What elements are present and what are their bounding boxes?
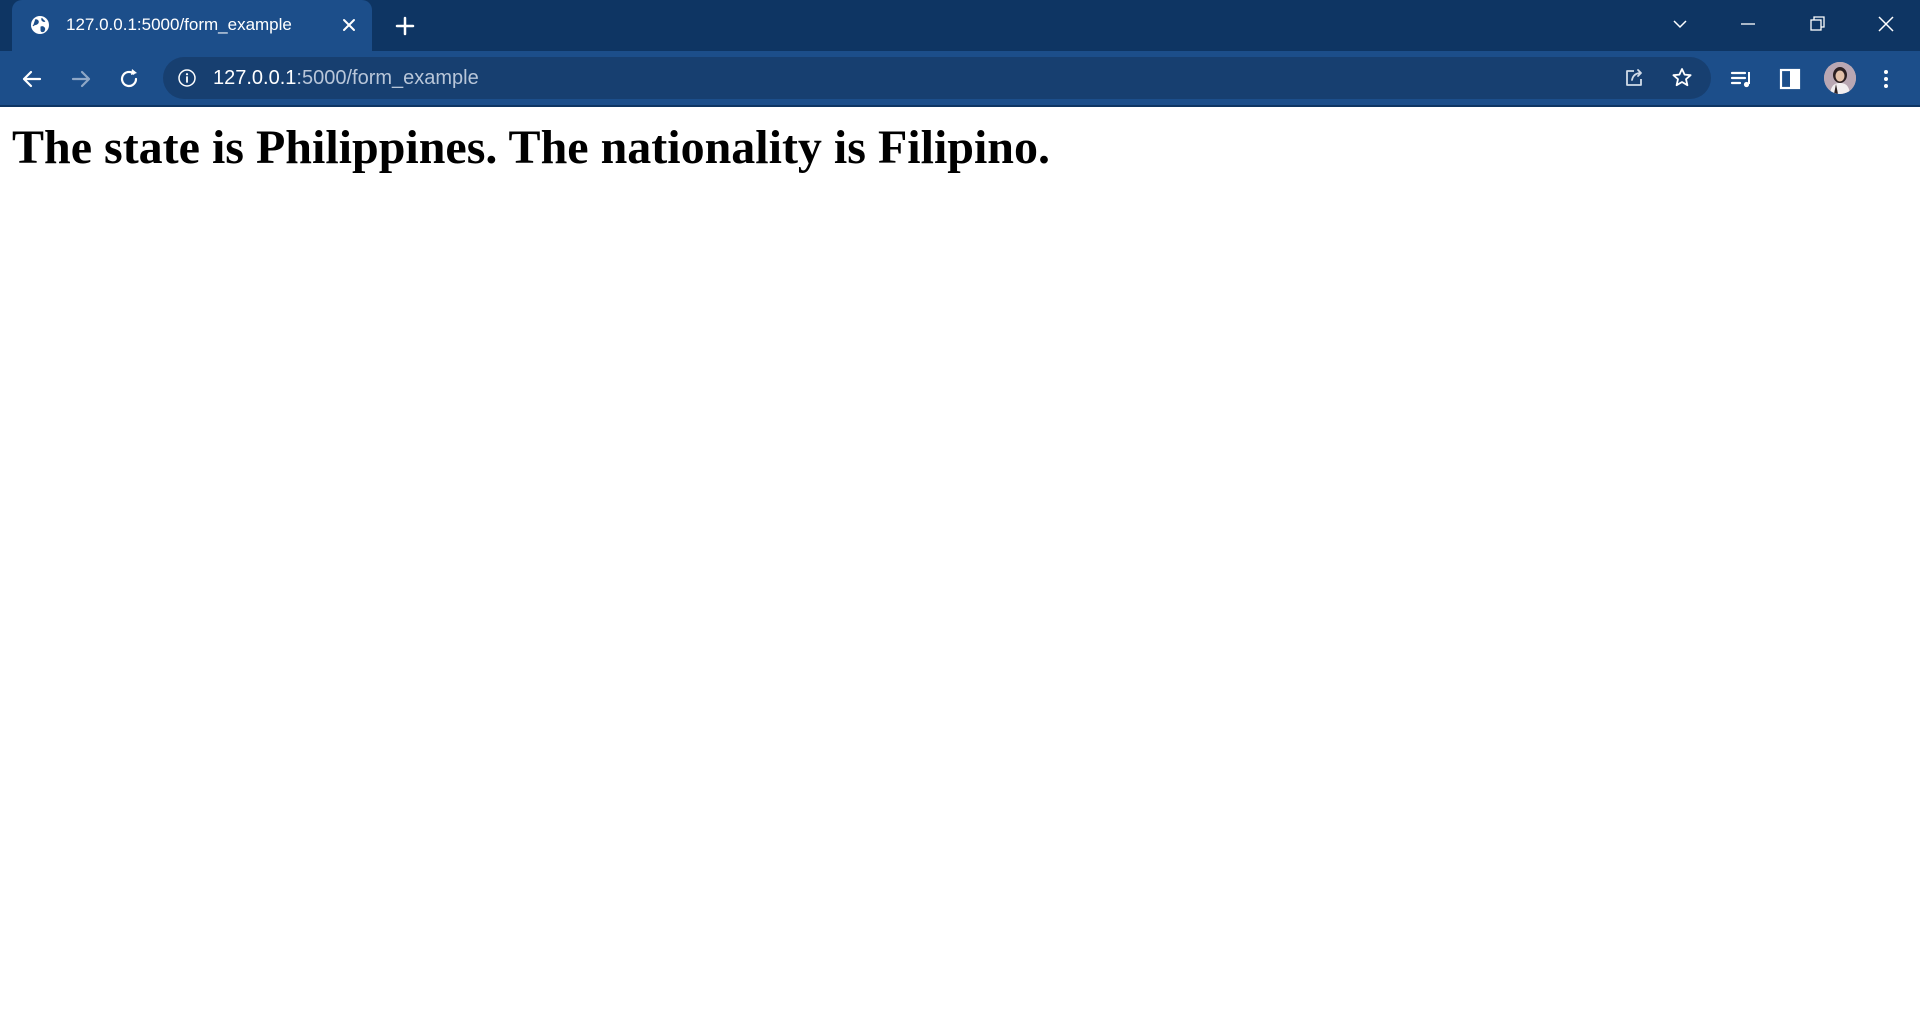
chevron-down-icon[interactable] (1666, 10, 1694, 38)
media-playlist-icon[interactable] (1728, 65, 1756, 93)
url-text[interactable]: 127.0.0.1:5000/form_example (213, 67, 479, 90)
page-heading: The state is Philippines. The nationalit… (12, 121, 1050, 174)
profile-photo (1824, 62, 1856, 94)
share-icon[interactable] (1621, 65, 1647, 91)
restore-icon[interactable] (1803, 10, 1831, 38)
kebab-menu-icon[interactable] (1872, 65, 1900, 93)
reload-icon[interactable] (115, 65, 143, 93)
close-icon[interactable] (1872, 10, 1900, 38)
close-icon[interactable] (338, 14, 360, 36)
side-panel-icon[interactable] (1776, 65, 1804, 93)
page-content: The state is Philippines. The nationalit… (0, 107, 1920, 1031)
tab-title: 127.0.0.1:5000/form_example (66, 15, 292, 34)
minimize-icon[interactable] (1734, 10, 1762, 38)
arrow-left-icon[interactable] (18, 65, 46, 93)
toolbar: 127.0.0.1:5000/form_example (0, 51, 1920, 105)
tab-active[interactable]: 127.0.0.1:5000/form_example (12, 0, 372, 51)
url-host: 127.0.0.1 (213, 67, 297, 89)
info-icon[interactable] (177, 68, 197, 88)
tab-strip: 127.0.0.1:5000/form_example (0, 0, 1920, 51)
avatar[interactable] (1824, 62, 1856, 94)
browser-window: 127.0.0.1:5000/form_example 127.0.0.1:50… (0, 0, 1920, 1031)
plus-icon[interactable] (392, 13, 418, 39)
address-bar[interactable]: 127.0.0.1:5000/form_example (163, 57, 1711, 99)
star-icon[interactable] (1669, 65, 1695, 91)
globe-icon (31, 16, 49, 34)
url-path: :5000/form_example (296, 67, 479, 89)
arrow-right-icon[interactable] (67, 65, 95, 93)
